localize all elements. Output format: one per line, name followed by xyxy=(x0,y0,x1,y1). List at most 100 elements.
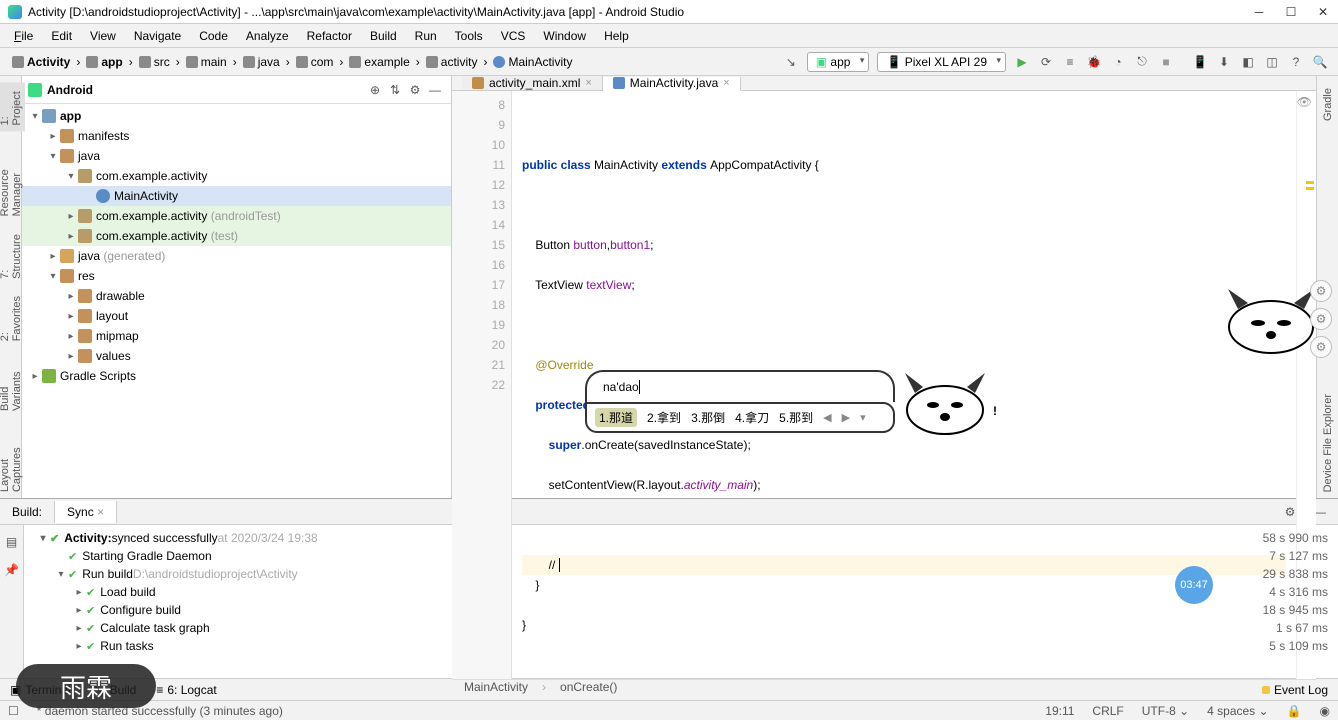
tree-manifests[interactable]: ▸manifests xyxy=(22,126,451,146)
hide-icon[interactable]: — xyxy=(425,80,445,100)
resource-manager-icon[interactable]: ◧ xyxy=(1237,51,1259,73)
tab-main-activity-java[interactable]: MainActivity.java× xyxy=(603,77,741,91)
gear-icon[interactable]: ⚙ xyxy=(1310,280,1332,302)
status-indent[interactable]: 4 spaces ⌄ xyxy=(1207,704,1268,718)
attach-debugger-icon[interactable]: ⎋ xyxy=(1131,51,1153,73)
menu-file[interactable]: File xyxy=(6,26,41,46)
crumb-main[interactable]: main xyxy=(180,53,233,71)
tab-layout-captures[interactable]: Layout Captures xyxy=(0,421,25,498)
crumb-class-name[interactable]: MainActivity xyxy=(464,680,528,694)
tree-pkg-main[interactable]: ▾com.example.activity xyxy=(22,166,451,186)
tab-resource-manager[interactable]: Resource Manager xyxy=(0,135,25,222)
build-tab-sync[interactable]: Sync × xyxy=(55,501,117,523)
avd-manager-icon[interactable]: 📱 xyxy=(1189,51,1211,73)
tree-main-activity[interactable]: MainActivity xyxy=(22,186,451,206)
close-tab-icon[interactable]: × xyxy=(723,77,729,89)
crumb-app[interactable]: app xyxy=(80,53,128,71)
build-filter-icon[interactable]: ▤ xyxy=(1,531,23,553)
menu-run[interactable]: Run xyxy=(407,26,445,46)
close-button[interactable]: ✕ xyxy=(1316,5,1330,19)
tree-res[interactable]: ▾res xyxy=(22,266,451,286)
gear-icon[interactable]: ⚙ xyxy=(1310,308,1332,330)
run-button[interactable]: ▶ xyxy=(1011,51,1033,73)
menu-analyze[interactable]: Analyze xyxy=(238,26,297,46)
tree-pkg-test[interactable]: ▸com.example.activity (test) xyxy=(22,226,451,246)
tree-java-gen[interactable]: ▸java (generated) xyxy=(22,246,451,266)
project-tree[interactable]: ▾app ▸manifests ▾java ▾com.example.activ… xyxy=(22,104,451,498)
crumb-src[interactable]: src xyxy=(133,53,176,71)
menu-help[interactable]: Help xyxy=(596,26,637,46)
menu-vcs[interactable]: VCS xyxy=(493,26,534,46)
tree-mipmap[interactable]: ▸mipmap xyxy=(22,326,451,346)
status-encoding[interactable]: UTF-8 ⌄ xyxy=(1142,704,1189,718)
crumb-root[interactable]: Activity xyxy=(6,53,76,71)
device-select[interactable]: 📱 Pixel XL API 29 xyxy=(877,52,1006,72)
tree-pkg-androidtest[interactable]: ▸com.example.activity (androidTest) xyxy=(22,206,451,226)
sync-icon[interactable]: ↘ xyxy=(780,51,802,73)
build-output-tree[interactable]: ▾✔Activity: synced successfully at 2020/… xyxy=(24,525,1338,678)
ime-cand-1[interactable]: 1.那道 xyxy=(595,408,637,427)
profiler-icon[interactable]: ◔ xyxy=(1107,51,1129,73)
apply-code-icon[interactable]: ≡ xyxy=(1059,51,1081,73)
tab-structure[interactable]: 7: Structure xyxy=(0,227,25,285)
crumb-class[interactable]: MainActivity xyxy=(487,53,578,71)
ime-candidates[interactable]: 1.那道 2.拿到 3.那倒 4.拿刀 5.那到 ◀ ▶ ▾ xyxy=(585,402,895,433)
menu-code[interactable]: Code xyxy=(191,26,236,46)
menu-view[interactable]: View xyxy=(82,26,124,46)
menu-edit[interactable]: Edit xyxy=(43,26,80,46)
tool-event-log[interactable]: Event Log xyxy=(1258,681,1332,699)
settings-icon[interactable]: ⚙ xyxy=(405,80,425,100)
status-toggle-icon[interactable]: ☐ xyxy=(8,704,19,718)
tab-project[interactable]: 1: Project xyxy=(0,82,25,131)
crumb-example[interactable]: example xyxy=(343,53,415,71)
apply-changes-icon[interactable]: ⟳ xyxy=(1035,51,1057,73)
project-view-mode[interactable]: Android xyxy=(47,83,365,97)
menu-tools[interactable]: Tools xyxy=(447,26,491,46)
ime-cand-5[interactable]: 5.那到 xyxy=(779,409,813,426)
status-line-sep[interactable]: CRLF xyxy=(1092,704,1123,718)
ime-cand-2[interactable]: 2.拿到 xyxy=(647,409,681,426)
tab-favorites[interactable]: 2: Favorites xyxy=(0,289,25,347)
tool-logcat[interactable]: ≡ 6: Logcat xyxy=(152,681,220,699)
status-caret-pos[interactable]: 19:11 xyxy=(1045,704,1074,718)
layout-inspect-icon[interactable]: ◫ xyxy=(1261,51,1283,73)
tree-java[interactable]: ▾java xyxy=(22,146,451,166)
ime-cand-3[interactable]: 3.那倒 xyxy=(691,409,725,426)
crumb-activity[interactable]: activity xyxy=(420,53,484,71)
menu-window[interactable]: Window xyxy=(535,26,594,46)
tree-values[interactable]: ▸values xyxy=(22,346,451,366)
tab-activity-main-xml[interactable]: activity_main.xml× xyxy=(462,76,603,90)
tree-gradle-scripts[interactable]: ▸Gradle Scripts xyxy=(22,366,451,386)
run-config-select[interactable]: ▣ app xyxy=(807,52,870,72)
collapse-icon[interactable]: ⇅ xyxy=(385,80,405,100)
tab-build-variants[interactable]: Build Variants xyxy=(0,351,25,417)
crumb-method-name[interactable]: onCreate() xyxy=(560,680,617,694)
search-icon[interactable]: 🔍 xyxy=(1309,51,1331,73)
crumb-java[interactable]: java xyxy=(237,53,286,71)
ime-more-icon[interactable]: ▾ xyxy=(860,411,866,424)
minimize-button[interactable]: ─ xyxy=(1252,5,1266,19)
target-icon[interactable]: ⊕ xyxy=(365,80,385,100)
inspection-eye-icon[interactable]: 👁 xyxy=(1297,95,1312,109)
assistant-icon[interactable]: ? xyxy=(1285,51,1307,73)
build-pin-icon[interactable]: 📌 xyxy=(1,559,23,581)
tree-layout[interactable]: ▸layout xyxy=(22,306,451,326)
tree-drawable[interactable]: ▸drawable xyxy=(22,286,451,306)
menu-build[interactable]: Build xyxy=(362,26,405,46)
lock-icon[interactable]: 🔒 xyxy=(1287,704,1302,718)
debug-icon[interactable]: 🐞 xyxy=(1083,51,1105,73)
gear-icon[interactable]: ⚙ xyxy=(1310,336,1332,358)
close-tab-icon[interactable]: × xyxy=(585,77,591,89)
ime-prev-icon[interactable]: ◀ xyxy=(823,411,831,424)
status-notif-icon[interactable]: ◉ xyxy=(1320,704,1330,718)
tab-device-file-explorer[interactable]: Device File Explorer xyxy=(1320,388,1336,498)
maximize-button[interactable]: ☐ xyxy=(1284,5,1298,19)
editor-breadcrumb[interactable]: MainActivity › onCreate() xyxy=(452,679,1316,694)
tree-app[interactable]: ▾app xyxy=(22,106,451,126)
menu-refactor[interactable]: Refactor xyxy=(299,26,360,46)
tab-gradle[interactable]: Gradle xyxy=(1320,82,1336,127)
ime-cand-4[interactable]: 4.拿刀 xyxy=(735,409,769,426)
menu-navigate[interactable]: Navigate xyxy=(126,26,189,46)
stop-icon[interactable]: ■ xyxy=(1155,51,1177,73)
ime-next-icon[interactable]: ▶ xyxy=(842,411,850,424)
